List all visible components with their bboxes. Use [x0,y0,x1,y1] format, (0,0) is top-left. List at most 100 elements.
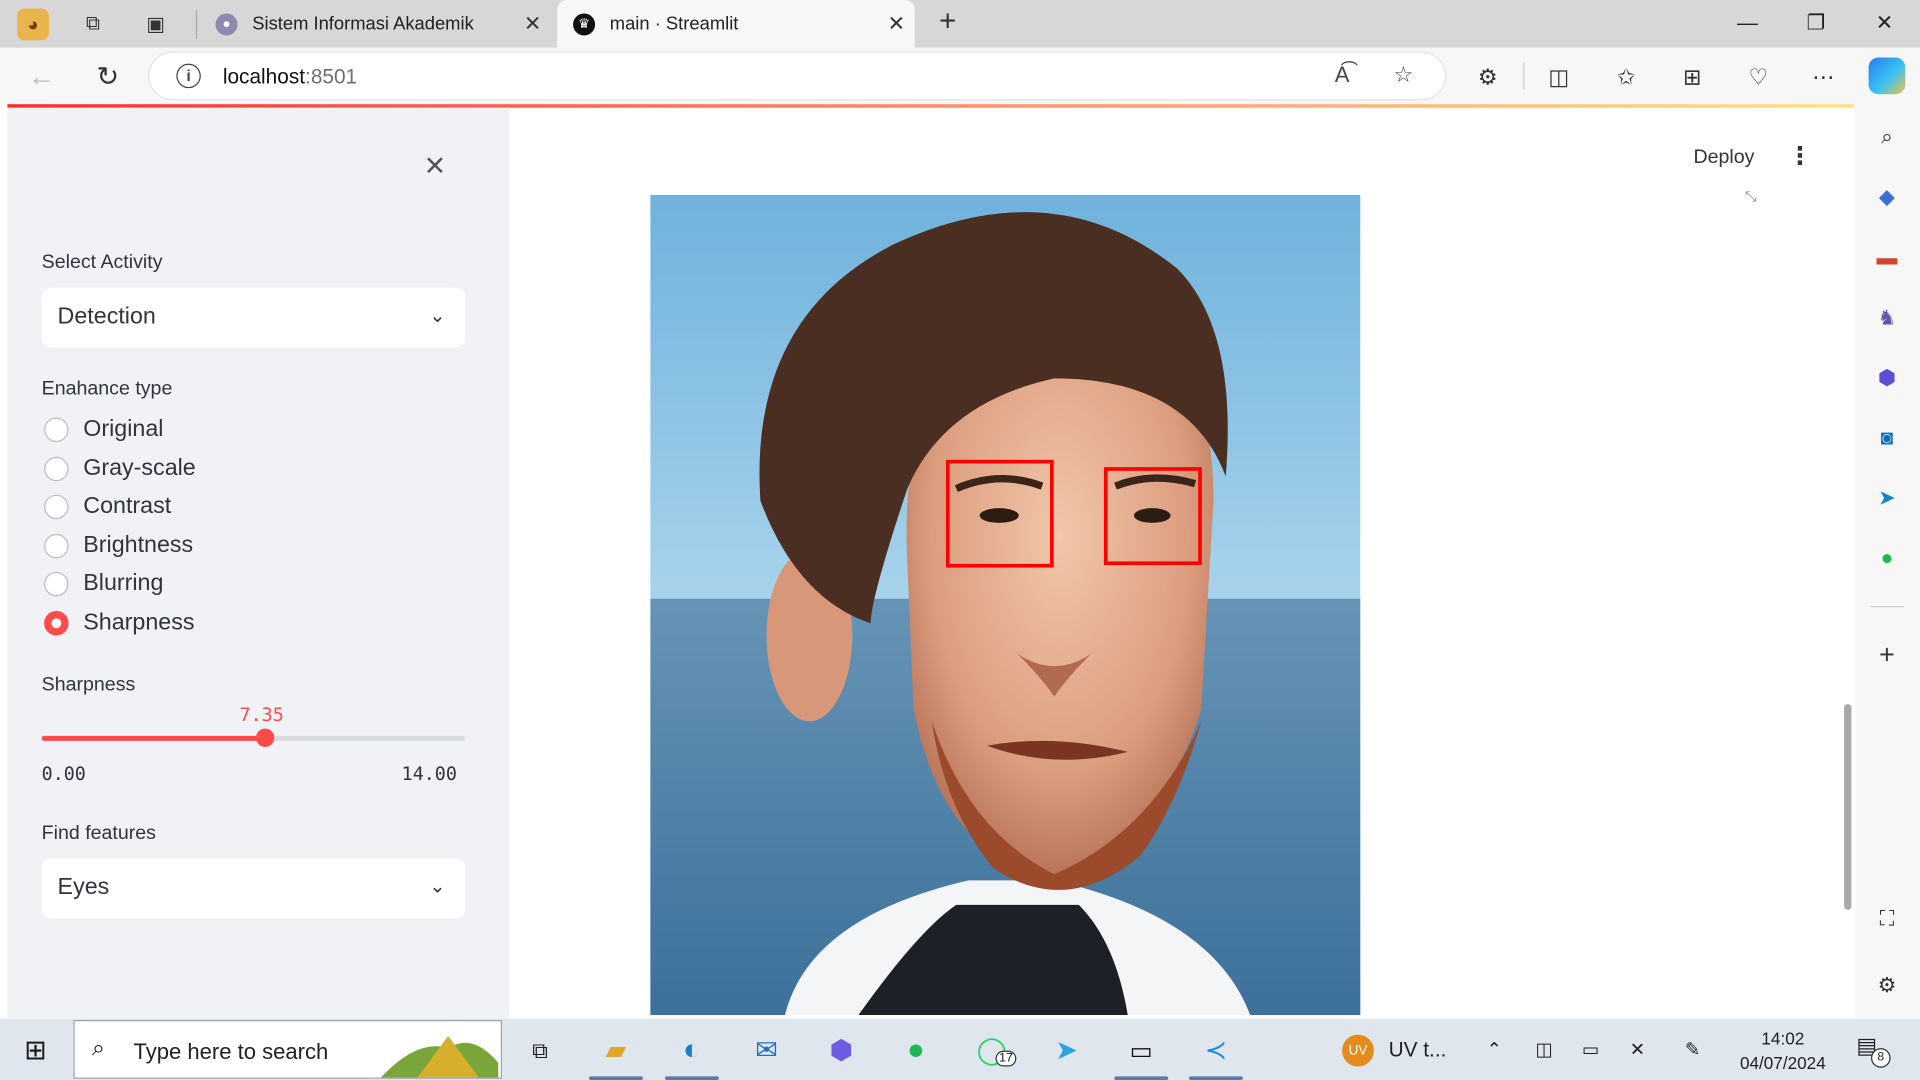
clock-time: 14:02 [1761,1028,1805,1049]
close-window-button[interactable]: ✕ [1850,0,1919,48]
radio-label: Brightness [83,532,194,559]
tools-toolbox-icon[interactable]: ▬ [1872,244,1901,273]
notification-badge: 8 [1871,1048,1891,1068]
microsoft-365-icon[interactable]: ⬢ [1872,364,1901,393]
features-select[interactable]: Eyes ⌄ [41,858,466,919]
camera-icon[interactable]: ◫ [1536,1038,1553,1061]
shopping-tag-icon[interactable]: ◆ [1872,182,1901,211]
add-icon[interactable]: + [1872,640,1901,669]
university-favicon-icon: ● [215,12,238,35]
games-icon[interactable]: ♞ [1872,304,1901,333]
terminal-icon[interactable]: ▭ [1120,1030,1162,1072]
select-activity-label: Select Activity [41,252,163,274]
browser-toolbar: ← ↻ i localhost:8501 A͡ ☆ ⚙ ◫ ✩ ⊞ ♡ ⋯ [0,47,1920,105]
close-tab-icon[interactable]: ✕ [514,12,551,36]
collections-icon[interactable]: ⊞ [1676,62,1708,91]
copilot-app-icon[interactable]: ⬢ [820,1030,862,1072]
radio-button[interactable] [44,417,69,443]
new-tab-button[interactable]: + [931,6,965,40]
back-button[interactable]: ← [23,59,60,96]
copilot-icon[interactable] [1868,57,1906,95]
spotify-icon[interactable]: ● [1872,544,1901,573]
user-avatar[interactable]: UV [1342,1034,1374,1067]
tab-title: main · Streamlit [609,13,739,35]
screenshot-icon[interactable]: ⛶ [1872,905,1901,934]
main-menu-icon[interactable]: ⋮ [1788,144,1812,168]
whatsapp-icon[interactable]: ◯ 17 [971,1030,1017,1072]
site-info-icon[interactable]: i [176,63,201,89]
radio-option-contrast[interactable]: Contrast [42,491,171,523]
page-scrollbar[interactable] [1844,704,1852,910]
edge-browser-icon[interactable]: ◐ [671,1030,713,1072]
task-view-icon[interactable]: ⧉ [519,1030,561,1072]
chevron-up-icon[interactable]: ⌃ [1487,1038,1502,1061]
favorites-icon[interactable]: ✩ [1610,62,1642,91]
vertical-tabs-icon[interactable]: ▣ [140,9,172,41]
radio-option-gray-scale[interactable]: Gray-scale [42,453,196,485]
radio-option-sharpness[interactable]: Sharpness [42,607,195,639]
face-photo [650,194,1361,1016]
address-bar[interactable]: i localhost:8501 A͡ ☆ [149,52,1445,100]
windows-start-icon[interactable]: ⊞ [15,1030,57,1072]
pen-icon[interactable]: ✎ [1685,1038,1700,1061]
radio-option-blurring[interactable]: Blurring [42,568,164,600]
browser-essentials-icon[interactable]: ♡ [1742,62,1774,91]
radio-option-original[interactable]: Original [42,414,163,446]
activity-select[interactable]: Detection ⌄ [41,287,466,348]
radio-option-brightness[interactable]: Brightness [42,530,194,562]
radio-button[interactable] [44,611,69,636]
read-aloud-icon[interactable]: A͡ [1335,62,1350,88]
enhance-type-label: Enahance type [41,378,173,400]
streamlit-favicon-icon: ♛ [573,12,596,35]
windows-taskbar: ⊞ ⌕ Type here to search ⧉ ▰ ◐ ✉ ⬢ ● ◯ 17… [0,1018,1920,1080]
close-tab-icon[interactable]: ✕ [878,12,915,36]
radio-label: Blurring [83,570,164,597]
refresh-button[interactable]: ↻ [89,59,126,96]
sharpness-label: Sharpness [41,674,136,696]
more-menu-icon[interactable]: ⋯ [1807,62,1839,91]
search-icon[interactable]: ⌕ [1872,122,1901,151]
volume-muted-icon[interactable]: ✕ [1630,1038,1645,1061]
fullscreen-icon[interactable]: ⤡ [1745,187,1757,205]
settings-gear-icon[interactable]: ⚙ [1872,971,1901,1000]
whatsapp-badge: 17 [995,1050,1017,1067]
spotify-icon[interactable]: ● [895,1030,937,1072]
radio-label: Sharpness [83,609,195,636]
profile-avatar-icon[interactable]: ◕ [17,8,49,41]
minimize-window-button[interactable]: — [1713,0,1782,48]
taskbar-search-box[interactable]: ⌕ Type here to search [73,1020,503,1079]
radio-button[interactable] [44,533,69,559]
slider-thumb[interactable] [255,728,274,747]
outlook-icon[interactable]: ◙ [1872,424,1901,453]
slider-min: 0.00 [41,762,86,785]
file-explorer-icon[interactable]: ▰ [595,1030,637,1072]
tab-streamlit[interactable]: ♛ main · Streamlit ✕ [557,0,915,48]
running-indicator [664,1076,719,1080]
user-widget-label[interactable]: UV t... [1389,1038,1447,1062]
sharpness-slider[interactable] [41,728,466,747]
battery-icon[interactable]: ▭ [1582,1038,1599,1061]
radio-button[interactable] [44,571,69,597]
close-sidebar-icon[interactable]: ✕ [424,151,447,183]
search-placeholder: Type here to search [133,1039,329,1065]
extensions-icon[interactable]: ⚙ [1472,62,1504,91]
search-icon: ⌕ [91,1035,105,1062]
mail-icon[interactable]: ✉ [746,1030,788,1072]
streamlit-sidebar: ✕ Select Activity Detection ⌄ Enahance t… [7,107,510,1019]
restore-window-button[interactable]: ❐ [1782,0,1851,48]
split-screen-icon[interactable]: ◫ [1543,62,1575,91]
vscode-icon[interactable]: ≺ [1195,1030,1237,1072]
telegram-icon[interactable]: ➤ [1872,484,1901,513]
radio-button[interactable] [44,494,69,520]
notifications-icon[interactable]: ▤ 8 [1856,1033,1891,1068]
running-indicator [588,1076,643,1080]
tab-sistem-informasi[interactable]: ● Sistem Informasi Akademik ✕ [200,0,551,48]
deploy-button[interactable]: Deploy [1693,147,1754,169]
workspaces-icon[interactable]: ⧉ [77,9,109,41]
search-highlight-illustration [380,1035,499,1078]
find-features-label: Find features [41,822,156,844]
favorite-star-icon[interactable]: ☆ [1393,62,1413,88]
telegram-icon[interactable]: ➤ [1046,1030,1088,1072]
taskbar-clock[interactable]: 14:02 04/07/2024 [1727,1026,1840,1075]
radio-button[interactable] [44,456,69,482]
